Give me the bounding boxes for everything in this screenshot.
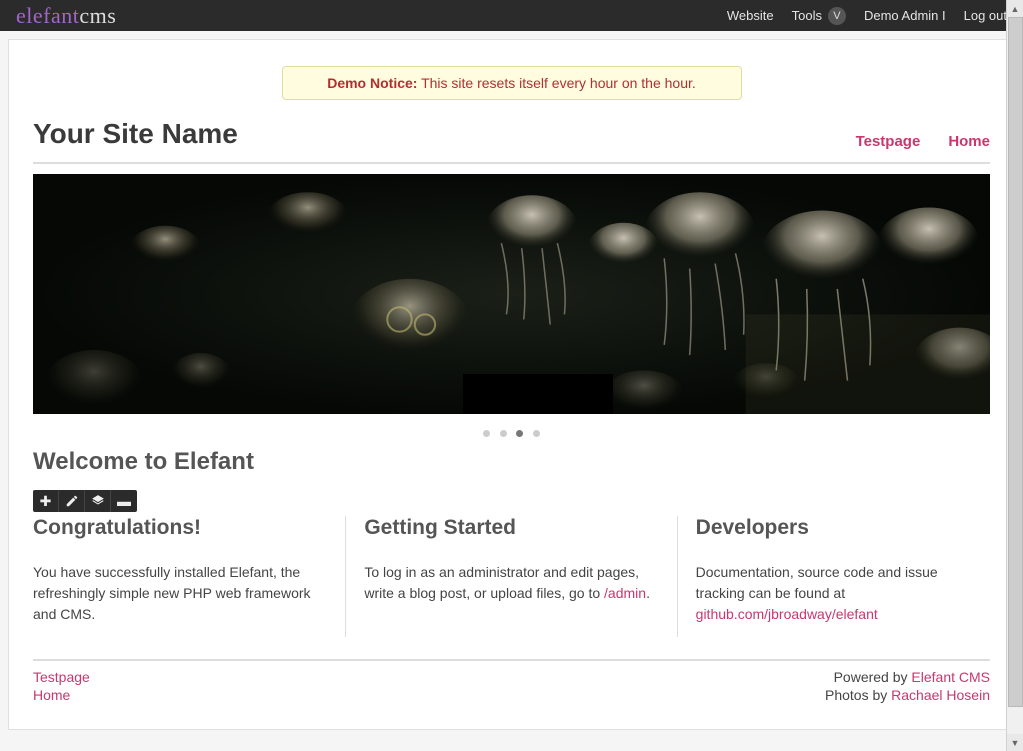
page-container: Demo Notice: This site resets itself eve… bbox=[8, 39, 1015, 730]
nav-website[interactable]: Website bbox=[727, 8, 774, 23]
slider-dot-3[interactable] bbox=[516, 430, 523, 437]
col-body-suffix: . bbox=[646, 585, 650, 601]
footer-credits: Powered by Elefant CMS Photos by Rachael… bbox=[825, 669, 990, 705]
nav-logout[interactable]: Log out bbox=[964, 8, 1007, 23]
versions-button[interactable] bbox=[85, 490, 111, 512]
scroll-down-button[interactable]: ▼ bbox=[1007, 734, 1023, 751]
vertical-scrollbar[interactable]: ▲ ▼ bbox=[1006, 0, 1023, 751]
demo-notice: Demo Notice: This site resets itself eve… bbox=[282, 66, 742, 100]
plus-icon: ✚ bbox=[40, 493, 52, 510]
col-developers: Developers Documentation, source code an… bbox=[678, 516, 990, 637]
col-body: You have successfully installed Elefant,… bbox=[33, 562, 327, 625]
nav-tools-label: Tools bbox=[792, 8, 822, 23]
slider-dot-2[interactable] bbox=[500, 430, 507, 437]
welcome-heading: Welcome to Elefant bbox=[33, 448, 990, 476]
edit-button[interactable] bbox=[59, 490, 85, 512]
col-body: Documentation, source code and issue tra… bbox=[696, 562, 990, 625]
col-body: To log in as an administrator and edit p… bbox=[364, 562, 658, 604]
scroll-up-button[interactable]: ▲ bbox=[1007, 0, 1023, 17]
photos-by-prefix: Photos by bbox=[825, 687, 891, 703]
primary-nav: Testpage Home bbox=[856, 133, 990, 150]
divider bbox=[33, 162, 990, 164]
logo-part-1: elefant bbox=[16, 3, 79, 29]
topbar-nav: Website Tools V Demo Admin I Log out bbox=[727, 7, 1007, 25]
minus-icon: ▬ bbox=[117, 493, 131, 509]
photos-by-link[interactable]: Rachael Hosein bbox=[891, 687, 990, 703]
footer-link-testpage[interactable]: Testpage bbox=[33, 669, 90, 685]
edit-toolbar: ✚ ▬ bbox=[33, 490, 137, 512]
footer-divider bbox=[33, 659, 990, 661]
header-row: Your Site Name Testpage Home bbox=[33, 118, 990, 150]
nav-tools[interactable]: Tools V bbox=[792, 7, 846, 25]
tools-badge-icon: V bbox=[828, 7, 846, 25]
nav-user[interactable]: Demo Admin I bbox=[864, 8, 946, 23]
add-button[interactable]: ✚ bbox=[33, 490, 59, 512]
col-congratulations: Congratulations! You have successfully i… bbox=[33, 516, 346, 637]
powered-by-prefix: Powered by bbox=[834, 669, 912, 685]
slider-dot-4[interactable] bbox=[533, 430, 540, 437]
col-title: Getting Started bbox=[364, 516, 658, 540]
content-columns: Congratulations! You have successfully i… bbox=[33, 516, 990, 637]
slider-overlay-box bbox=[463, 374, 613, 414]
nav-link-home[interactable]: Home bbox=[948, 133, 990, 150]
layers-icon bbox=[91, 494, 105, 508]
col-title: Congratulations! bbox=[33, 516, 327, 540]
slider-dot-1[interactable] bbox=[483, 430, 490, 437]
col-body-prefix: Documentation, source code and issue tra… bbox=[696, 564, 938, 601]
notice-text: This site resets itself every hour on th… bbox=[421, 75, 696, 91]
col-getting-started: Getting Started To log in as an administ… bbox=[346, 516, 677, 637]
pencil-icon bbox=[65, 494, 79, 508]
footer-nav: Testpage Home bbox=[33, 669, 90, 705]
col-body-prefix: To log in as an administrator and edit p… bbox=[364, 564, 639, 601]
powered-by-link[interactable]: Elefant CMS bbox=[911, 669, 990, 685]
github-link[interactable]: github.com/jbroadway/elefant bbox=[696, 606, 878, 622]
delete-button[interactable]: ▬ bbox=[111, 490, 137, 512]
nav-link-testpage[interactable]: Testpage bbox=[856, 133, 921, 150]
col-title: Developers bbox=[696, 516, 990, 540]
scroll-thumb[interactable] bbox=[1008, 17, 1023, 707]
site-title: Your Site Name bbox=[33, 118, 238, 150]
hero-slider[interactable] bbox=[33, 174, 990, 414]
logo[interactable]: elefantcms bbox=[16, 3, 116, 29]
footer-link-home[interactable]: Home bbox=[33, 687, 70, 703]
logo-part-2: cms bbox=[79, 3, 116, 29]
admin-link[interactable]: /admin bbox=[604, 585, 646, 601]
notice-label: Demo Notice: bbox=[327, 75, 417, 91]
footer: Testpage Home Powered by Elefant CMS Pho… bbox=[33, 669, 990, 705]
admin-topbar: elefantcms Website Tools V Demo Admin I … bbox=[0, 0, 1023, 31]
slider-dots bbox=[33, 424, 990, 440]
